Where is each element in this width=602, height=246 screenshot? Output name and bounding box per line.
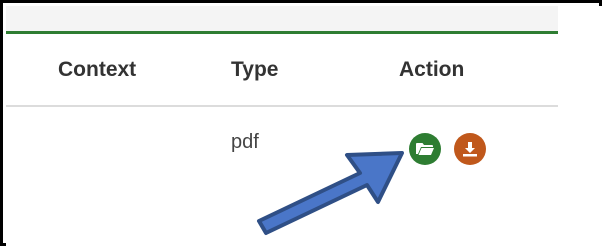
right-gutter xyxy=(558,6,602,246)
table-top-bar xyxy=(6,6,558,34)
table-header-row: Context Type Action xyxy=(6,34,558,107)
column-header-type[interactable]: Type xyxy=(231,58,278,82)
download-icon xyxy=(463,142,477,157)
arrow-pointer-icon xyxy=(257,151,404,235)
column-header-context[interactable]: Context xyxy=(58,58,136,82)
download-button[interactable] xyxy=(454,133,486,165)
column-header-action: Action xyxy=(399,58,465,81)
